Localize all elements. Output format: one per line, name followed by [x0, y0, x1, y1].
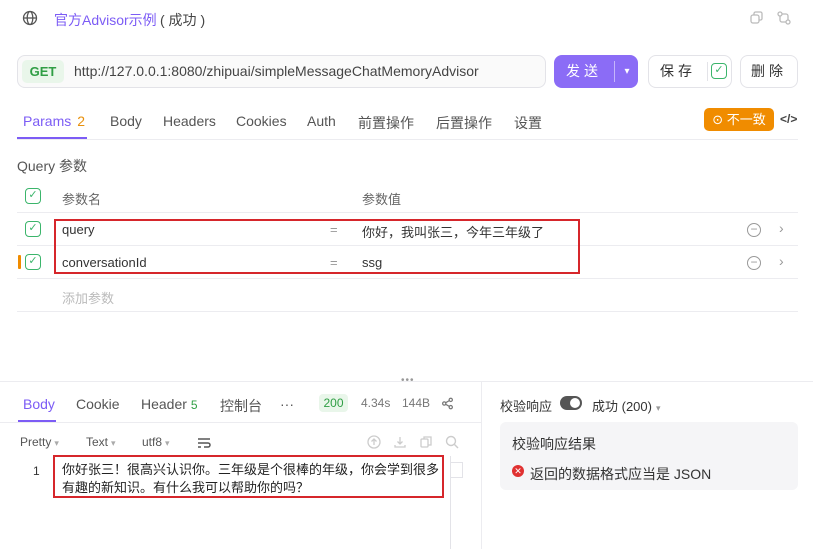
format-select[interactable]: Pretty ▾ [20, 435, 59, 449]
vertical-divider[interactable] [481, 382, 482, 549]
validation-error: 返回的数据格式应当是 JSON [530, 466, 712, 482]
remove-icon[interactable]: − [747, 256, 761, 270]
save-label[interactable]: 保存 [649, 56, 707, 87]
chevron-right-icon[interactable]: › [779, 253, 784, 269]
select-all-checkbox[interactable]: ✓ [25, 188, 41, 204]
validate-select[interactable]: 成功 (200) ▾ [592, 396, 661, 415]
resp-tab-header-label: Header [141, 396, 187, 412]
tab-cookies[interactable]: Cookies [236, 113, 287, 129]
mismatch-badge[interactable]: ⊙ 不一致 [704, 108, 774, 131]
chevron-right-icon[interactable]: › [779, 220, 784, 236]
encoding-label: utf8 [142, 435, 163, 449]
tab-params-count: 2 [77, 113, 86, 129]
highlight-box [54, 219, 580, 274]
globe-icon [22, 10, 38, 26]
row-marker [18, 255, 21, 269]
upload-icon[interactable] [367, 435, 381, 449]
code-icon[interactable]: </> [780, 112, 797, 126]
param-checkbox[interactable]: ✓ [25, 254, 41, 270]
wrap-icon[interactable] [197, 437, 211, 449]
chevron-down-icon: ▾ [655, 403, 661, 413]
chevron-down-icon: ▾ [165, 438, 170, 448]
mismatch-label: 不一致 [726, 112, 766, 127]
col-header-name: 参数名 [62, 192, 102, 207]
copy-icon[interactable] [748, 10, 764, 26]
panel-divider [0, 381, 813, 382]
share-icon[interactable] [776, 10, 792, 26]
status-code-badge: 200 [319, 394, 348, 412]
error-icon: ✕ [512, 465, 524, 477]
resp-tab-console[interactable]: 控制台 [220, 396, 262, 416]
section-title: Query 参数 [17, 158, 88, 174]
chevron-down-icon[interactable]: ▾ [616, 55, 638, 88]
validate-toggle[interactable] [560, 396, 582, 410]
validate-select-label: 成功 (200) [592, 399, 652, 414]
check-icon[interactable]: ✓ [711, 63, 727, 79]
search-icon[interactable] [445, 435, 459, 449]
tab-pre-ops[interactable]: 前置操作 [358, 113, 414, 133]
save-divider [707, 62, 708, 81]
row-divider [17, 311, 798, 312]
api-name[interactable]: 官方Advisor示例 [54, 10, 157, 30]
response-time: 4.34s [361, 396, 391, 410]
chevron-down-icon: ▾ [111, 438, 116, 448]
tab-body[interactable]: Body [110, 113, 142, 129]
add-param-input[interactable]: 添加参数 [62, 288, 114, 307]
validate-label: 校验响应 [500, 399, 553, 414]
tab-headers[interactable]: Headers [163, 113, 216, 129]
tab-params[interactable]: Params 2 [23, 113, 85, 129]
response-size: 144B [402, 396, 431, 410]
col-header-value: 参数值 [362, 192, 402, 207]
tab-post-ops[interactable]: 后置操作 [436, 113, 492, 133]
row-divider [17, 212, 798, 213]
highlight-box [53, 455, 444, 498]
tabs-divider [17, 139, 798, 140]
resp-tab-header-count: 5 [190, 398, 198, 412]
param-checkbox[interactable]: ✓ [25, 221, 41, 237]
copy-icon[interactable] [419, 435, 433, 449]
send-divider [614, 61, 615, 82]
fold-marker [451, 462, 463, 478]
tab-settings[interactable]: 设置 [514, 113, 542, 133]
url-input[interactable]: http://127.0.0.1:8080/zhipuai/simpleMess… [74, 63, 479, 79]
remove-icon[interactable]: − [747, 223, 761, 237]
tab-auth[interactable]: Auth [307, 113, 336, 129]
save-button[interactable]: 保存 ✓ [648, 55, 732, 88]
delete-button[interactable]: 删除 [740, 55, 798, 88]
chevron-down-icon: ▾ [54, 438, 59, 448]
line-number: 1 [33, 464, 40, 478]
api-status: ( 成功 ) [160, 12, 206, 28]
validation-title: 校验响应结果 [512, 436, 596, 452]
send-button[interactable]: 发送 ▾ [554, 55, 638, 88]
row-divider [17, 278, 798, 279]
method-select[interactable]: GET [22, 60, 64, 83]
more-menu[interactable]: ··· [280, 396, 294, 412]
resp-tab-body[interactable]: Body [23, 396, 55, 412]
send-label[interactable]: 发送 [554, 55, 614, 88]
tab-params-label: Params [23, 113, 72, 129]
download-icon[interactable] [393, 435, 407, 449]
share-icon[interactable] [441, 397, 454, 410]
type-select[interactable]: Text ▾ [86, 435, 116, 449]
resp-tab-cookie[interactable]: Cookie [76, 396, 120, 412]
resp-tab-header[interactable]: Header 5 [141, 396, 198, 412]
clock-icon: ⊙ [712, 112, 727, 127]
format-label: Pretty [20, 435, 52, 449]
encoding-select[interactable]: utf8 ▾ [142, 435, 170, 449]
type-label: Text [86, 435, 109, 449]
tabs-divider [0, 422, 481, 423]
